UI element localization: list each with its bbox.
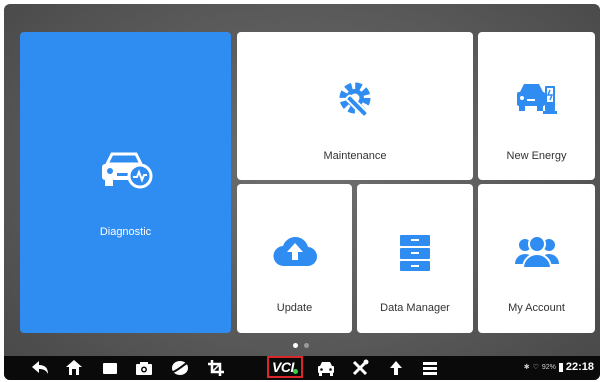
maintenance-label: Maintenance — [323, 150, 387, 162]
car-icon[interactable] — [316, 358, 336, 378]
my-account-label: My Account — [508, 302, 565, 314]
browser-icon[interactable] — [170, 358, 190, 378]
status-area: ✱ ♡ 92% 22:18 — [524, 361, 594, 373]
page-dot-2[interactable] — [304, 343, 309, 348]
menu-icon[interactable] — [420, 358, 440, 378]
tools-icon[interactable] — [350, 358, 370, 378]
new-energy-label: New Energy — [506, 150, 567, 162]
battery-percent: 92% — [541, 363, 556, 371]
back-icon[interactable] — [30, 358, 50, 378]
update-tile[interactable]: Update — [237, 184, 352, 333]
home-icon[interactable] — [64, 358, 84, 378]
wifi-icon: ♡ — [532, 364, 539, 371]
upload-icon[interactable] — [386, 358, 406, 378]
recent-apps-icon[interactable] — [100, 358, 120, 378]
navigation-bar: VCI ✱ ♡ 92% 22:18 — [4, 356, 600, 380]
diagnostic-tile[interactable]: Diagnostic — [20, 32, 231, 333]
crop-icon[interactable] — [206, 358, 226, 378]
cloud-upload-icon — [272, 234, 318, 273]
diagnostic-label: Diagnostic — [99, 226, 152, 238]
car-diagnostic-icon — [99, 150, 153, 195]
clock: 22:18 — [565, 361, 594, 373]
bluetooth-icon: ✱ — [523, 364, 530, 371]
home-screen: Diagnostic Maintenance New Energy Update… — [4, 4, 600, 380]
battery-icon — [558, 362, 563, 372]
data-manager-tile[interactable]: Data Manager — [357, 184, 473, 333]
ev-car-charger-icon — [515, 82, 559, 121]
page-indicator — [293, 343, 309, 348]
users-icon — [514, 234, 559, 273]
page-dot-1[interactable] — [293, 343, 298, 348]
vci-status-dot — [293, 369, 298, 374]
data-manager-label: Data Manager — [380, 302, 450, 314]
update-label: Update — [276, 302, 313, 314]
maintenance-tile[interactable]: Maintenance — [237, 32, 473, 180]
my-account-tile[interactable]: My Account — [478, 184, 595, 333]
new-energy-tile[interactable]: New Energy — [478, 32, 595, 180]
wrench-gear-icon — [335, 78, 375, 123]
vci-icon[interactable]: VCI — [272, 359, 294, 375]
file-cabinet-icon — [398, 234, 432, 277]
camera-icon[interactable] — [134, 358, 154, 378]
